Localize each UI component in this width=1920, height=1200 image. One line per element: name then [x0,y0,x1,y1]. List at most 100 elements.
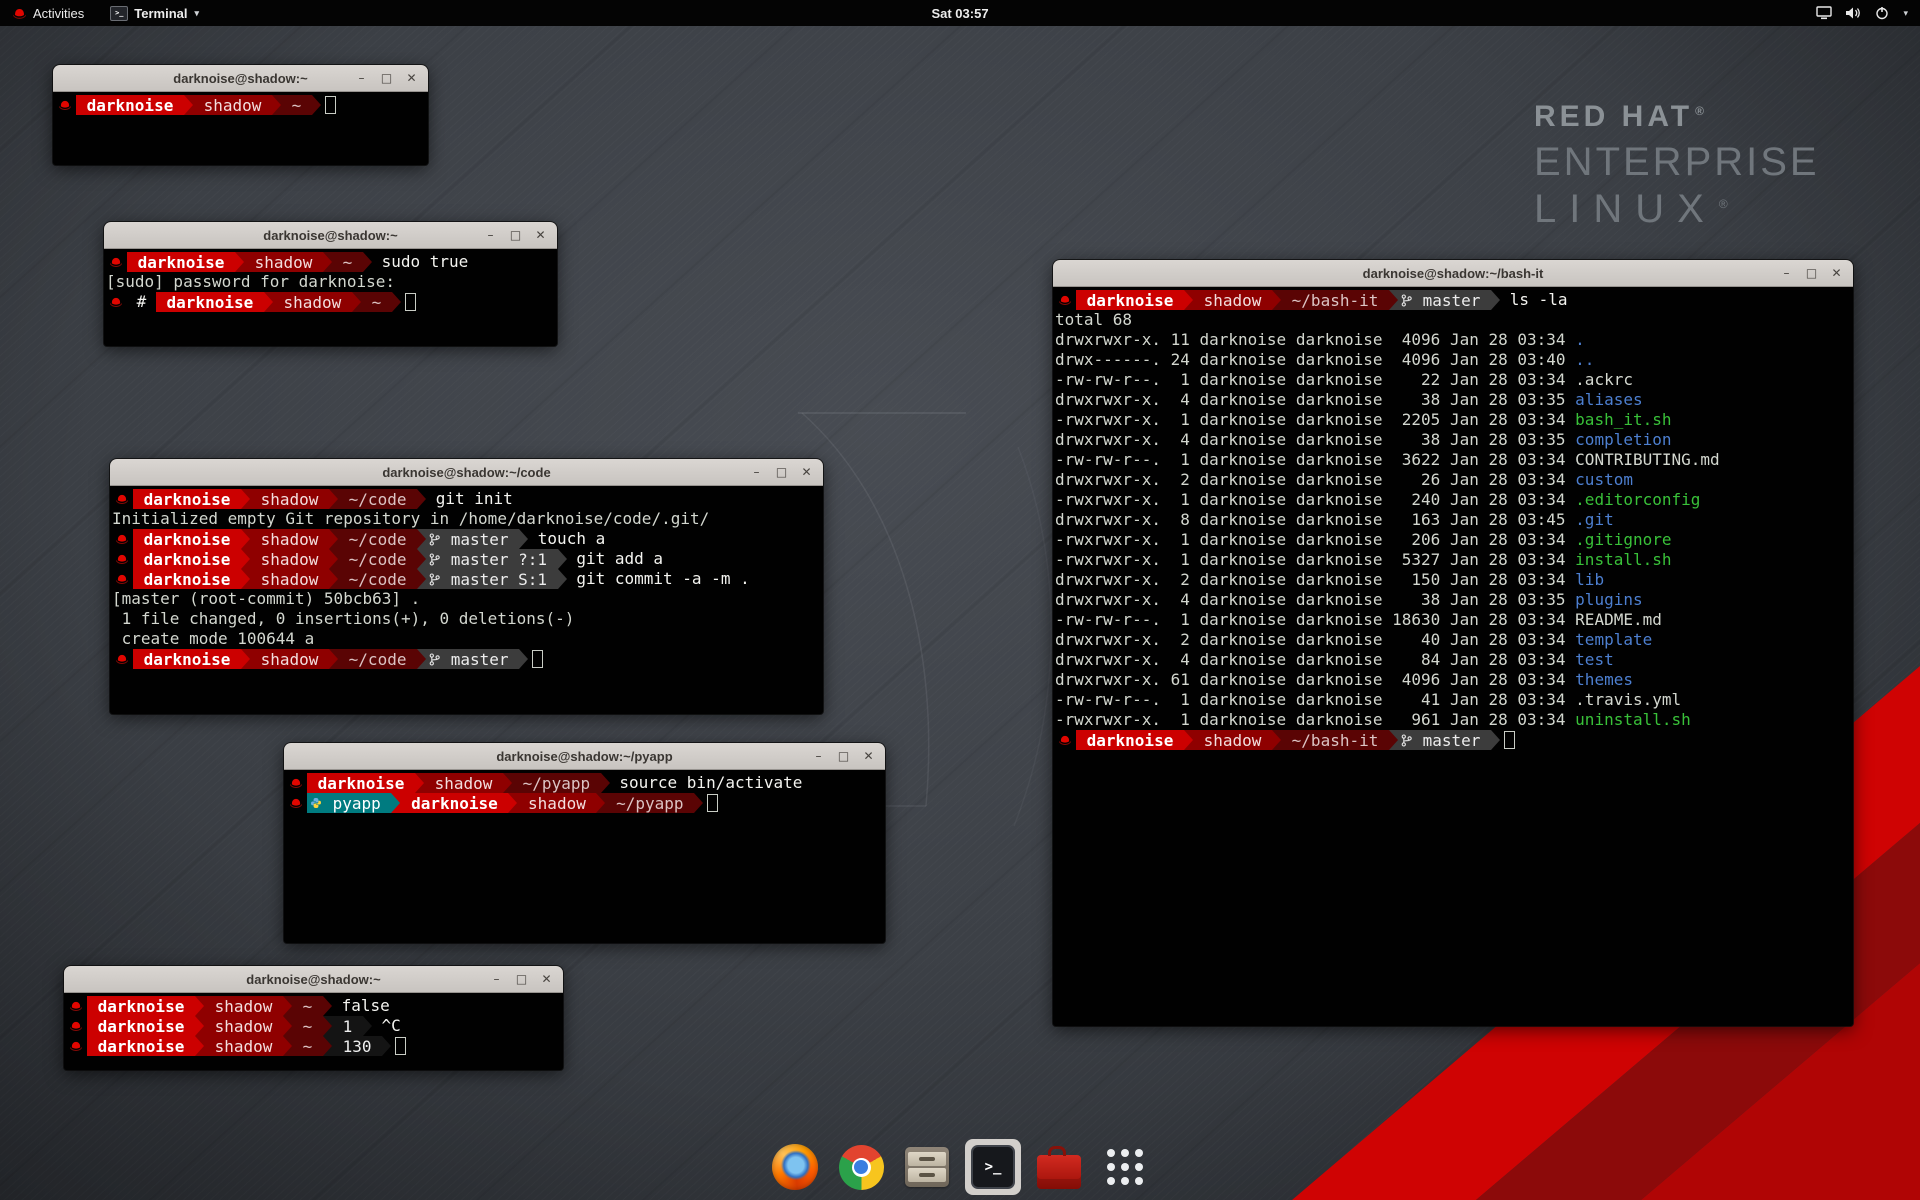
terminal-screen[interactable]: darknoise shadow ~ sudo true[sudo] passw… [104,249,557,346]
activities-button[interactable]: Activities [8,0,88,26]
terminal-screen[interactable]: darknoise shadow ~ false darknoise shado… [64,993,563,1070]
powerline-arrow [417,549,426,569]
powerline-arrow [329,529,338,549]
minimize-button[interactable]: – [481,226,500,245]
minimize-button[interactable]: – [1777,264,1796,283]
close-button[interactable]: ✕ [859,747,878,766]
terminal-screen[interactable]: darknoise shadow ~ [53,92,428,165]
prompt-git-segment: master S:1 [426,569,558,589]
dock-firefox-button[interactable] [767,1139,823,1195]
prompt-user-segment: darknoise [127,252,235,272]
window-controls: –□ ✕ [487,970,563,989]
terminal-line: # darknoise shadow ~ [106,292,557,312]
terminal-text: lib [1575,570,1604,590]
terminal-line: darknoise shadow ~ [55,95,428,115]
window-titlebar[interactable]: darknoise@shadow:~/bash-it–□✕ [1053,260,1853,287]
close-button[interactable]: ✕ [537,970,556,989]
powerline-arrow [596,793,605,813]
system-menu-button[interactable]: ▾ [1816,0,1920,26]
powerline-arrow [519,529,528,549]
close-button[interactable]: ✕ [402,69,421,88]
minimize-button[interactable]: – [747,463,766,482]
chrome-icon [839,1145,884,1190]
close-button[interactable]: ✕ [1827,264,1846,283]
window-titlebar[interactable]: darknoise@shadow:~/pyapp–□✕ [284,743,885,770]
maximize-button[interactable]: □ [834,747,853,766]
maximize-button[interactable]: □ [377,69,396,88]
git-branch-icon [429,653,440,666]
powerline-arrow [241,529,250,549]
dock-files-button[interactable] [899,1139,955,1195]
prompt-user-segment: darknoise [133,649,241,669]
maximize-button[interactable]: □ [772,463,791,482]
powerline-arrow [184,95,193,115]
prompt-host-segment: shadow [193,95,272,115]
terminal-text: sudo true [372,252,468,272]
prompt-git-segment: master [426,529,519,549]
redhat-icon [112,569,133,589]
terminal-text: .ackrc [1575,370,1633,390]
prompt-user-segment: darknoise [87,996,195,1016]
terminal-line: darknoise shadow ~/pyapp source bin/acti… [286,773,885,793]
redhat-icon [1055,290,1076,310]
terminal-line: total 68 [1055,310,1853,330]
prompt-path-segment: ~ [281,95,312,115]
window-titlebar[interactable]: darknoise@shadow:~–□✕ [53,65,428,92]
maximize-button[interactable]: □ [506,226,525,245]
terminal-text: -rw-rw-r--. 1 darknoise darknoise 3622 J… [1055,450,1575,470]
files-icon [905,1147,949,1187]
terminal-cursor [395,1037,406,1055]
terminal-text: total 68 [1055,310,1132,330]
powerline-arrow [519,649,528,669]
terminal-line: -rwxrwxr-x. 1 darknoise darknoise 2205 J… [1055,410,1853,430]
terminal-line: drwxrwxr-x. 61 darknoise darknoise 4096 … [1055,670,1853,690]
terminal-window-home-a: darknoise@shadow:~–□✕ darknoise shadow ~ [53,65,428,165]
prompt-git-segment: master [1398,730,1491,750]
terminal-line: drwxrwxr-x. 2 darknoise darknoise 40 Jan… [1055,630,1853,650]
window-controls: –□ ✕ [747,463,823,482]
activities-label: Activities [33,6,84,21]
dock-chrome-button[interactable] [833,1139,889,1195]
volume-icon [1845,6,1862,20]
window-titlebar[interactable]: darknoise@shadow:~–□✕ [64,966,563,993]
minimize-button[interactable]: – [809,747,828,766]
prompt-path-segment: ~/code [338,529,417,549]
terminal-line: drwxrwxr-x. 2 darknoise darknoise 150 Ja… [1055,570,1853,590]
powerline-arrow [694,793,703,813]
terminal-screen[interactable]: darknoise shadow ~/bash-it master ls -la… [1053,287,1853,1026]
app-menu-button[interactable]: >_ Terminal ▾ [106,0,203,26]
prompt-user-segment: darknoise [1076,290,1184,310]
minimize-button[interactable]: – [352,69,371,88]
powerline-arrow [363,1016,372,1036]
powerline-arrow [241,569,250,589]
prompt-path-segment: ~ [361,292,392,312]
terminal-text: -rw-rw-r--. 1 darknoise darknoise 18630 … [1055,610,1575,630]
dock-toolbox-button[interactable] [1031,1139,1087,1195]
terminal-screen[interactable]: darknoise shadow ~/code git initInitiali… [110,486,823,714]
terminal-text: drwxrwxr-x. 11 darknoise darknoise 4096 … [1055,330,1575,350]
prompt-user-segment: darknoise [133,569,241,589]
minimize-button[interactable]: – [487,970,506,989]
window-titlebar[interactable]: darknoise@shadow:~/code–□✕ [110,459,823,486]
powerline-arrow [1184,730,1193,750]
powerline-arrow [417,489,426,509]
git-branch-icon [1401,294,1412,307]
dock-app-grid-button[interactable] [1097,1139,1153,1195]
prompt-user-segment: darknoise [133,489,241,509]
redhat-icon [66,1036,87,1056]
powerline-arrow [382,1036,391,1056]
powerline-arrow [272,95,281,115]
window-titlebar[interactable]: darknoise@shadow:~–□✕ [104,222,557,249]
maximize-button[interactable]: □ [512,970,531,989]
clock[interactable]: Sat 03:57 [931,6,988,21]
dock-terminal-button[interactable]: >_ [965,1139,1021,1195]
terminal-line: [master (root-commit) 50bcb63] . [112,589,823,609]
terminal-text: drwx------. 24 darknoise darknoise 4096 … [1055,350,1575,370]
close-button[interactable]: ✕ [797,463,816,482]
terminal-screen[interactable]: darknoise shadow ~/pyapp source bin/acti… [284,770,885,943]
redhat-icon [286,793,307,813]
close-button[interactable]: ✕ [531,226,550,245]
terminal-text: aliases [1575,390,1642,410]
powerline-arrow [329,569,338,589]
maximize-button[interactable]: □ [1802,264,1821,283]
